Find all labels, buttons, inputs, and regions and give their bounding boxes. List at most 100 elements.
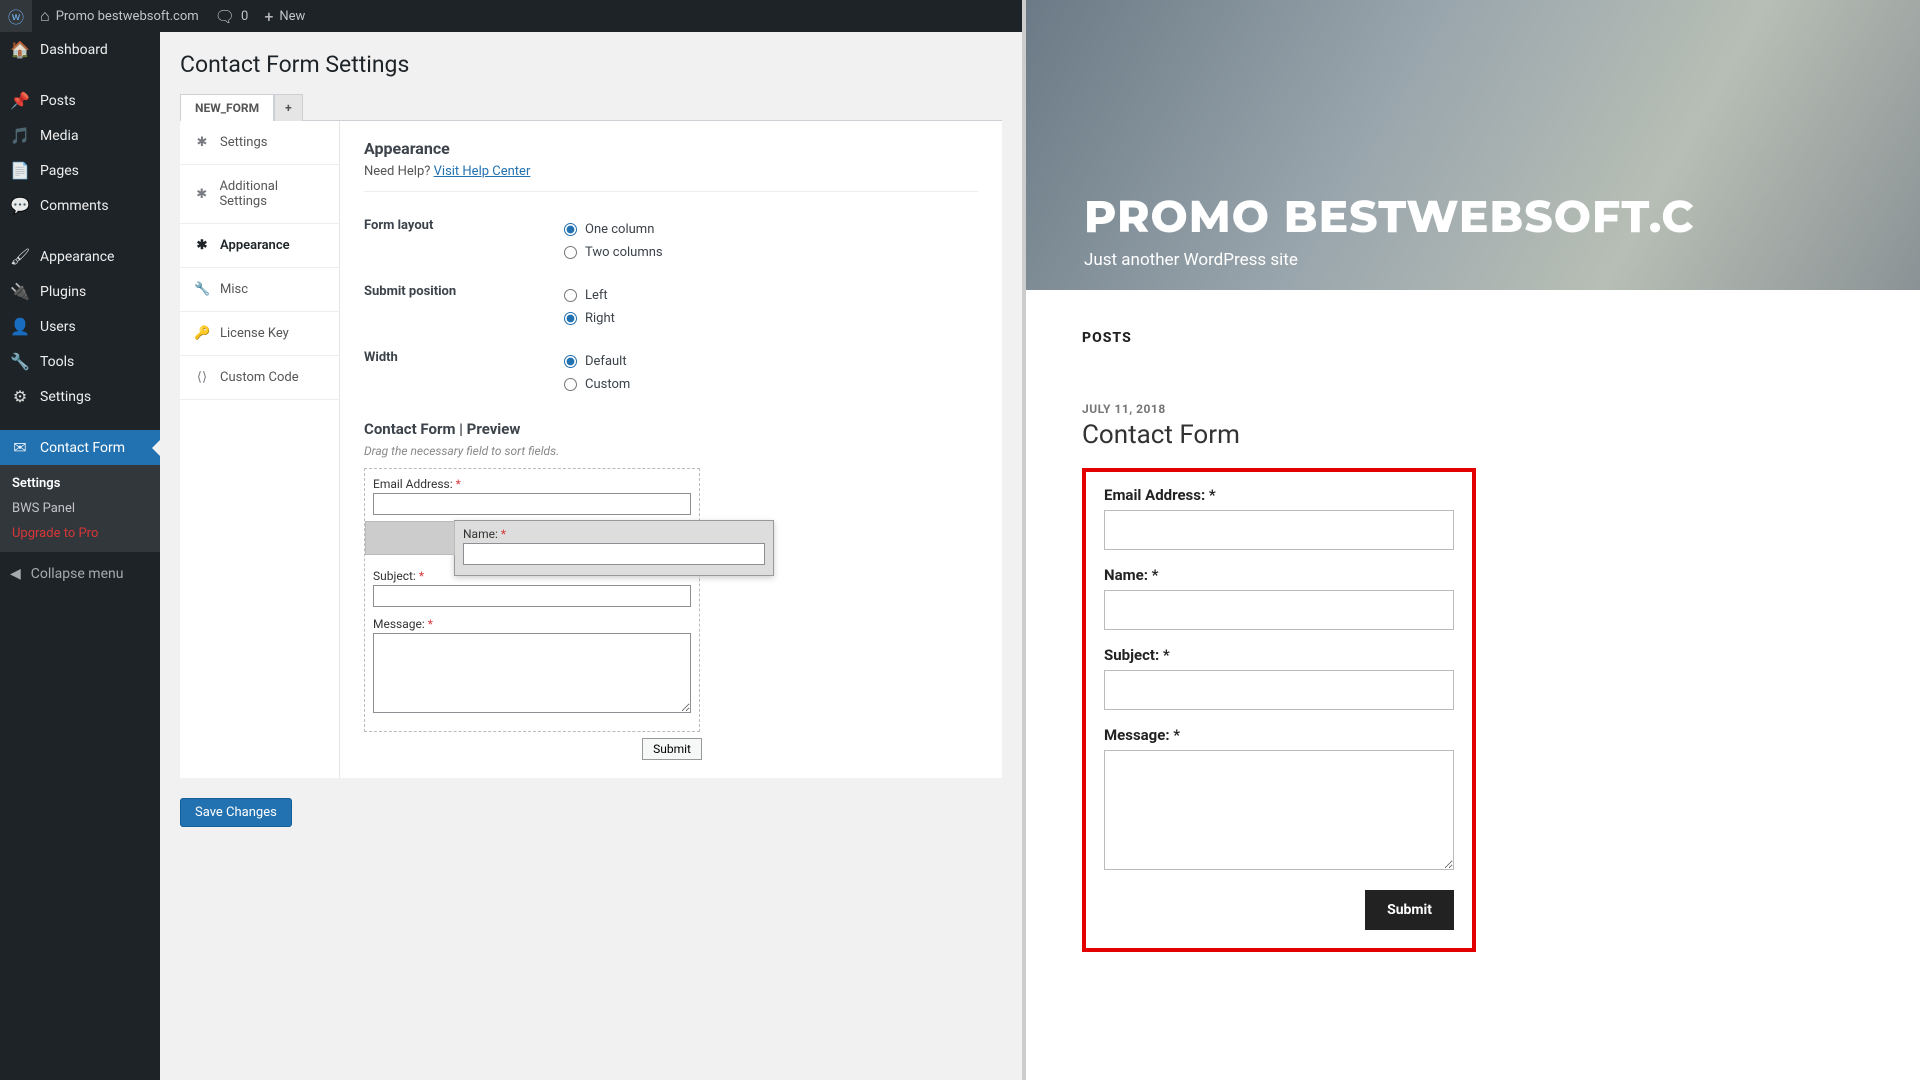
radio-one-column[interactable]: One column [564, 218, 978, 241]
preview-title: Contact Form | Preview [364, 420, 978, 438]
menu-settings[interactable]: ⚙Settings [0, 379, 160, 414]
save-changes-button[interactable]: Save Changes [180, 798, 292, 827]
admin-toolbar: ⓦ ⌂Promo bestwebsoft.com 🗨0 +New [0, 0, 1022, 32]
gear-icon: ✱ [194, 238, 210, 253]
highlighted-form: Email Address: * Name: * Subject: * Mess… [1082, 468, 1476, 952]
main-content: Contact Form Settings NEW_FORM + ✱Settin… [160, 32, 1022, 1080]
side-tab-additional[interactable]: ✱Additional Settings [180, 165, 339, 224]
toolbar-new[interactable]: + New [256, 0, 313, 32]
menu-dashboard[interactable]: 🏠Dashboard [0, 32, 160, 67]
hero-banner: PROMO BESTWEBSOFT.C Just another WordPre… [1026, 0, 1920, 290]
menu-pages[interactable]: 📄Pages [0, 153, 160, 188]
code-icon: ⟨⟩ [194, 370, 210, 385]
plugin-icon: 🔌 [10, 282, 30, 301]
side-tab-misc[interactable]: 🔧Misc [180, 268, 339, 312]
front-submit-button[interactable]: Submit [1365, 890, 1454, 930]
preview-field-email[interactable]: Email Address: * [373, 477, 691, 515]
brush-icon: 🖌 [10, 247, 30, 266]
menu-comments[interactable]: 💬Comments [0, 188, 160, 223]
submenu-upgrade[interactable]: Upgrade to Pro [0, 521, 160, 546]
front-input-message[interactable] [1104, 750, 1454, 870]
side-tab-custom-code[interactable]: ⟨⟩Custom Code [180, 356, 339, 400]
radio-two-columns[interactable]: Two columns [564, 241, 978, 264]
dragged-field-name[interactable]: Name: * [454, 520, 774, 576]
preview-submit-button[interactable]: Submit [642, 738, 702, 760]
media-icon: 🎵 [10, 126, 30, 145]
post-date: JULY 11, 2018 [1082, 402, 1446, 416]
front-label-email: Email Address: * [1104, 486, 1454, 504]
toolbar-site-link[interactable]: ⌂ Promo bestwebsoft.com [32, 0, 207, 32]
label-form-layout: Form layout [364, 218, 564, 264]
preview-input-message[interactable] [373, 633, 691, 713]
key-icon: 🔑 [194, 326, 210, 341]
side-tab-license[interactable]: 🔑License Key [180, 312, 339, 356]
toolbar-new-label: New [279, 9, 305, 24]
plus-icon: + [264, 7, 273, 26]
hero-title: PROMO BESTWEBSOFT.C [1084, 190, 1920, 244]
submenu-bws-panel[interactable]: BWS Panel [0, 496, 160, 521]
menu-appearance[interactable]: 🖌Appearance [0, 239, 160, 274]
form-tabs: NEW_FORM + [180, 94, 1002, 121]
home-icon: ⌂ [40, 6, 50, 26]
preview-form[interactable]: Email Address: * Subject: * Message: * [364, 468, 700, 732]
preview-input-email[interactable] [373, 493, 691, 515]
page-title: Contact Form Settings [180, 42, 1002, 82]
menu-contact-form[interactable]: ✉Contact Form [0, 430, 160, 465]
users-icon: 👤 [10, 317, 30, 336]
tab-add-form[interactable]: + [274, 94, 303, 121]
side-tabs: ✱Settings ✱Additional Settings ✱Appearan… [180, 121, 340, 778]
help-center-link[interactable]: Visit Help Center [434, 164, 531, 179]
pin-icon: 📌 [10, 91, 30, 110]
drop-placeholder [365, 521, 455, 555]
front-input-subject[interactable] [1104, 670, 1454, 710]
section-title: Appearance [364, 139, 978, 158]
submenu-settings[interactable]: Settings [0, 471, 160, 496]
collapse-menu[interactable]: ◀Collapse menu [0, 558, 133, 590]
toolbar-comment-count: 0 [241, 9, 248, 24]
admin-sidebar: 🏠Dashboard 📌Posts 🎵Media 📄Pages 💬Comment… [0, 32, 160, 1080]
gear-icon: ✱ [194, 135, 210, 150]
radio-width-default[interactable]: Default [564, 350, 978, 373]
settings-panel: ✱Settings ✱Additional Settings ✱Appearan… [180, 121, 1002, 778]
label-submit-position: Submit position [364, 284, 564, 330]
wrench-icon: 🔧 [194, 282, 210, 297]
dragged-input-name[interactable] [463, 543, 765, 565]
post-title: Contact Form [1082, 420, 1446, 450]
side-tab-appearance[interactable]: ✱Appearance [180, 224, 339, 268]
preview-input-subject[interactable] [373, 585, 691, 607]
comment-icon: 🗨 [215, 7, 235, 26]
front-input-email[interactable] [1104, 510, 1454, 550]
page-icon: 📄 [10, 161, 30, 180]
menu-tools[interactable]: 🔧Tools [0, 344, 160, 379]
gear-icon: ✱ [194, 187, 209, 202]
frontend-preview: PROMO BESTWEBSOFT.C Just another WordPre… [1022, 0, 1920, 1080]
mail-icon: ✉ [10, 438, 30, 457]
comment-icon: 💬 [10, 196, 30, 215]
side-tab-settings[interactable]: ✱Settings [180, 121, 339, 165]
dashboard-icon: 🏠 [10, 40, 30, 59]
tools-icon: 🔧 [10, 352, 30, 371]
toolbar-site-name: Promo bestwebsoft.com [56, 9, 199, 24]
menu-media[interactable]: 🎵Media [0, 118, 160, 153]
collapse-icon: ◀ [10, 566, 21, 582]
front-label-name: Name: * [1104, 566, 1454, 584]
front-label-message: Message: * [1104, 726, 1454, 744]
help-text: Need Help? [364, 164, 430, 179]
preview-hint: Drag the necessary field to sort fields. [364, 444, 978, 458]
menu-plugins[interactable]: 🔌Plugins [0, 274, 160, 309]
radio-width-custom[interactable]: Custom [564, 373, 978, 396]
radio-submit-right[interactable]: Right [564, 307, 978, 330]
radio-submit-left[interactable]: Left [564, 284, 978, 307]
menu-users[interactable]: 👤Users [0, 309, 160, 344]
toolbar-comments[interactable]: 🗨0 [207, 0, 257, 32]
front-label-subject: Subject: * [1104, 646, 1454, 664]
posts-heading: POSTS [1082, 330, 1446, 346]
tab-current-form[interactable]: NEW_FORM [180, 94, 274, 121]
front-input-name[interactable] [1104, 590, 1454, 630]
preview-field-message[interactable]: Message: * [373, 617, 691, 717]
wp-logo[interactable]: ⓦ [0, 0, 32, 32]
menu-posts[interactable]: 📌Posts [0, 83, 160, 118]
label-width: Width [364, 350, 564, 396]
hero-subtitle: Just another WordPress site [1084, 250, 1920, 270]
settings-icon: ⚙ [10, 387, 30, 406]
